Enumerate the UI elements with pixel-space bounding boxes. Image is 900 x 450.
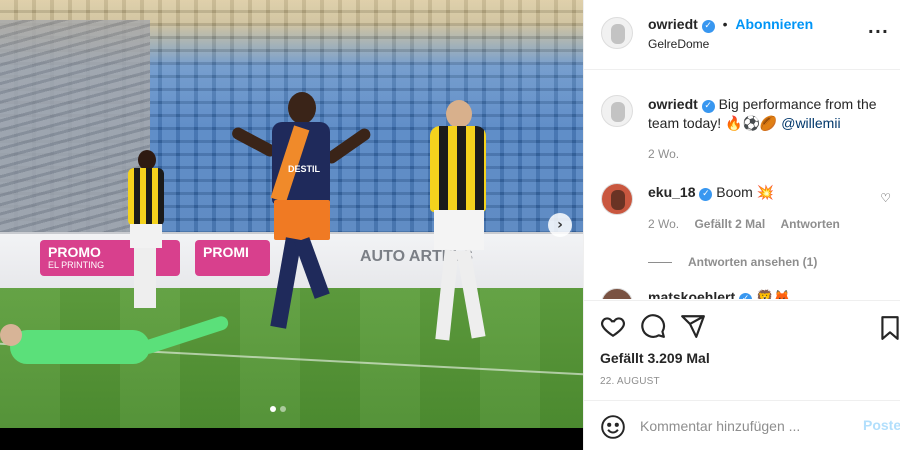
goalkeeper-figure xyxy=(0,314,240,370)
action-icons xyxy=(600,313,706,339)
comment-meta: 2 Wo. Gefällt 2 Mal Antworten xyxy=(648,217,852,231)
commenter-avatar[interactable] xyxy=(601,183,633,215)
ad-banner-2-text: PROMI xyxy=(203,244,249,260)
carousel-dot-2 xyxy=(280,406,286,412)
comment-row: matskoehlert ✓ 🦁🦊 xyxy=(601,288,891,299)
next-slide-chevron-icon[interactable]: › xyxy=(548,213,572,237)
post-media[interactable]: PROMO EL PRINTING PROMI AUTO ARTELS DEST… xyxy=(0,0,583,450)
caption-username[interactable]: owriedt xyxy=(648,96,698,112)
caption-text: owriedt ✓ Big performance from the team … xyxy=(648,95,888,133)
post-sidebar: owriedt ✓ • Abonnieren GelreDome ··· owr… xyxy=(583,0,900,450)
comment-row: eku_18 ✓ Boom 💥 ♡ 2 Wo. Gefällt 2 Mal An… xyxy=(601,183,891,273)
verified-badge-icon: ✓ xyxy=(699,188,713,201)
more-options-icon[interactable]: ··· xyxy=(868,22,889,41)
follow-button[interactable]: Abonnieren xyxy=(735,16,813,32)
author-avatar[interactable] xyxy=(601,17,633,49)
commenter-avatar[interactable] xyxy=(601,288,633,299)
share-paper-plane-icon[interactable] xyxy=(680,313,706,339)
comment-composer: Posten xyxy=(584,400,900,450)
header-separator: • xyxy=(722,16,728,32)
post-photo[interactable]: PROMO EL PRINTING PROMI AUTO ARTELS DEST… xyxy=(0,0,583,428)
post-header: owriedt ✓ • Abonnieren GelreDome ··· xyxy=(584,0,900,70)
view-replies-label: Antworten ansehen (1) xyxy=(688,255,818,269)
ad-banner-2: PROMI xyxy=(195,240,270,276)
celebrating-player-figure: DESTIL xyxy=(229,92,373,382)
reply-button[interactable]: Antworten xyxy=(781,217,840,231)
replies-dash xyxy=(648,262,672,264)
comment-time[interactable]: 2 Wo. xyxy=(648,217,679,231)
comment-bubble-icon[interactable] xyxy=(640,313,666,339)
comment-username[interactable]: eku_18 xyxy=(648,184,695,200)
location-link[interactable]: GelreDome xyxy=(648,37,709,51)
save-bookmark-icon[interactable] xyxy=(879,315,900,341)
post-actions: Gefällt 3.209 Mal 22. AUGUST xyxy=(584,300,900,400)
comment-likes[interactable]: Gefällt 2 Mal xyxy=(694,217,765,231)
like-count[interactable]: Gefällt 3.209 Mal xyxy=(600,350,710,366)
caption-avatar[interactable] xyxy=(601,95,633,127)
jersey-sponsor: DESTIL xyxy=(288,164,321,174)
verified-badge-icon: ✓ xyxy=(701,100,715,113)
caption-time[interactable]: 2 Wo. xyxy=(648,147,679,161)
comment-like-heart-icon[interactable]: ♡ xyxy=(880,191,891,205)
author-username[interactable]: owriedt xyxy=(648,16,698,32)
comment-text: eku_18 ✓ Boom 💥 xyxy=(648,183,888,202)
caption-row: owriedt ✓ Big performance from the team … xyxy=(601,95,891,161)
like-heart-icon[interactable] xyxy=(600,313,626,339)
carousel-dot-1 xyxy=(270,406,276,412)
emoji-smiley-icon[interactable] xyxy=(600,414,626,440)
verified-badge-icon: ✓ xyxy=(701,20,715,33)
comment-username[interactable]: matskoehlert xyxy=(648,289,735,299)
comments-list[interactable]: owriedt ✓ Big performance from the team … xyxy=(584,71,900,299)
header-line: owriedt ✓ • Abonnieren xyxy=(648,16,813,33)
carousel-indicator xyxy=(270,406,286,412)
caption-meta: 2 Wo. xyxy=(648,147,691,161)
background-player-figure xyxy=(128,150,164,320)
view-replies-button[interactable]: Antworten ansehen (1) xyxy=(648,255,817,269)
comment-body: 🦁🦊 xyxy=(755,289,791,299)
post-comment-button[interactable]: Posten xyxy=(863,417,900,433)
comment-text: matskoehlert ✓ 🦁🦊 xyxy=(648,288,888,299)
caption-mention[interactable]: @willemii xyxy=(781,115,840,131)
post-date[interactable]: 22. AUGUST xyxy=(600,376,660,387)
comment-body: Boom 💥 xyxy=(716,184,775,200)
opponent-player-figure xyxy=(424,100,494,390)
comment-input[interactable] xyxy=(640,415,850,437)
verified-badge-icon: ✓ xyxy=(739,293,753,299)
